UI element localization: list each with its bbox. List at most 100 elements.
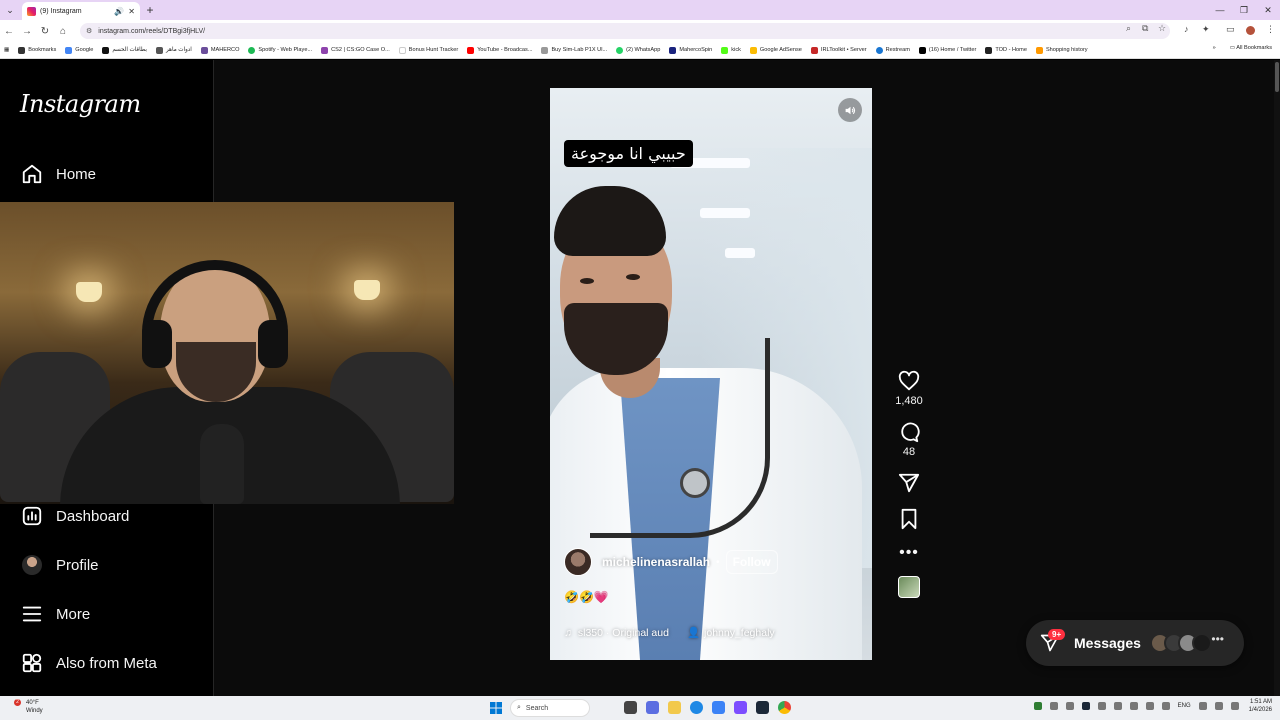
reel-caption[interactable]: 🤣🤣💗	[564, 590, 609, 604]
more-options-action[interactable]: •••	[890, 544, 928, 562]
edge-icon[interactable]	[690, 701, 703, 714]
browser-tab[interactable]: (9) Instagram 🔊 ✕	[22, 2, 140, 20]
reload-icon[interactable]: ↻	[36, 26, 54, 37]
site-info-icon[interactable]: ⚙	[86, 27, 92, 35]
reel-video[interactable]: حبيبي انا موجوعة michelinenasrallah • Fo…	[550, 88, 872, 660]
volume-icon[interactable]	[1214, 702, 1223, 710]
more-horizontal-icon[interactable]: •••	[899, 544, 919, 562]
bookmark-item[interactable]: Restream	[875, 46, 910, 54]
restore-icon[interactable]: ❐	[1232, 0, 1256, 20]
windows-start-icon[interactable]	[490, 702, 502, 714]
back-icon[interactable]: ←	[0, 26, 18, 37]
weather-widget[interactable]: 40°F Windy	[26, 699, 43, 715]
bookmark-item[interactable]: YouTube - Broadcas...	[467, 46, 532, 54]
bookmark-item[interactable]: kick	[721, 46, 741, 54]
audio-thumbnail[interactable]	[898, 576, 920, 598]
apps-icon[interactable]: ▦	[4, 47, 9, 53]
bookmark-item[interactable]: MahercoSpin	[669, 46, 712, 54]
tray-app-icon[interactable]	[1097, 702, 1106, 710]
like-count[interactable]: 1,480	[895, 395, 923, 407]
bookmark-item[interactable]: MAHERCO	[200, 46, 239, 54]
address-bar[interactable]: ⚙ instagram.com/reels/DTBgi3fjHLV/	[80, 23, 1170, 39]
tray-steam-icon[interactable]	[1081, 702, 1090, 710]
bookmark-item[interactable]: Buy Sim-Lab P1X Ul...	[541, 46, 607, 54]
discord-icon[interactable]	[734, 701, 747, 714]
taskbar-search[interactable]: ⌕ Search	[510, 699, 590, 717]
share-action[interactable]	[890, 472, 928, 494]
tab-close-icon[interactable]: ✕	[128, 7, 135, 16]
scrollbar[interactable]	[1274, 60, 1280, 696]
task-view-icon[interactable]	[624, 701, 637, 714]
scrollbar-thumb[interactable]	[1275, 62, 1279, 92]
install-app-icon[interactable]: ⧉	[1142, 23, 1148, 34]
author-username[interactable]: michelinenasrallah	[602, 555, 710, 569]
browser-menu-icon[interactable]: ⋮	[1266, 24, 1275, 35]
sidebar-item-also-from-meta[interactable]: Also from Meta	[20, 651, 157, 675]
bookmark-item[interactable]: CS2 | CS:GO Case O...	[321, 46, 390, 54]
save-action[interactable]	[890, 508, 928, 530]
sidebar-item-dashboard[interactable]: Dashboard	[20, 504, 129, 528]
battery-icon[interactable]	[1230, 702, 1239, 710]
comment-action[interactable]: 48	[890, 421, 928, 458]
all-bookmarks[interactable]: » ▭ All Bookmarks	[1213, 45, 1272, 51]
bookmark-icon[interactable]	[898, 508, 920, 530]
file-explorer-icon[interactable]	[668, 701, 681, 714]
tagged-user[interactable]: johnny_feghaly	[704, 627, 775, 639]
bookmark-item[interactable]: TOD - Home	[985, 46, 1027, 54]
bookmark-favicon-icon	[155, 46, 163, 54]
language-indicator[interactable]: ENG	[1178, 703, 1191, 709]
bookmark-item[interactable]: Bonus Hunt Tracker	[398, 46, 458, 54]
bookmark-item[interactable]: Shopping history	[1035, 46, 1088, 54]
bookmark-item[interactable]: IRLToolkit • Server	[810, 46, 867, 54]
tab-audio-icon[interactable]: 🔊	[114, 7, 124, 16]
tray-app-icon[interactable]	[1161, 702, 1170, 710]
tray-app-icon[interactable]	[1113, 702, 1122, 710]
bookmark-item[interactable]: Spotify - Web Playe...	[248, 46, 312, 54]
tray-app-icon[interactable]	[1049, 702, 1058, 710]
music-note-icon: ♫	[564, 626, 572, 639]
instagram-logo[interactable]: Instagram	[20, 90, 141, 118]
sidebar-icon[interactable]: ▭	[1226, 24, 1235, 35]
bookmark-item[interactable]: Google	[65, 46, 93, 54]
author-avatar[interactable]	[564, 548, 592, 576]
bookmark-item[interactable]: Google AdSense	[749, 46, 802, 54]
new-tab-button[interactable]: +	[140, 3, 160, 17]
sidebar-item-more[interactable]: More	[20, 602, 90, 626]
tray-app-icon[interactable]	[1065, 702, 1074, 710]
share-icon[interactable]	[898, 472, 920, 494]
follow-button[interactable]: Follow	[725, 550, 778, 574]
comment-icon[interactable]	[898, 421, 920, 443]
extensions-icon[interactable]: ✦	[1202, 24, 1210, 35]
tray-app-icon[interactable]	[1129, 702, 1138, 710]
bookmark-star-icon[interactable]: ☆	[1158, 23, 1166, 34]
sidebar-item-home[interactable]: Home	[20, 162, 96, 186]
steam-icon[interactable]	[756, 701, 769, 714]
sidebar-item-profile[interactable]: Profile	[20, 553, 99, 577]
bookmark-item[interactable]: ادوات ماهر	[155, 46, 192, 54]
store-icon[interactable]	[712, 701, 725, 714]
tray-app-icon[interactable]	[1033, 702, 1042, 710]
minimize-icon[interactable]: —	[1208, 0, 1232, 20]
chrome-icon[interactable]	[778, 701, 791, 714]
forward-icon[interactable]: →	[18, 26, 36, 37]
profile-avatar-icon[interactable]	[1246, 26, 1255, 35]
system-clock[interactable]: 1:51 AM 1/4/2026	[1249, 698, 1272, 714]
zoom-icon[interactable]: ⌕	[1126, 23, 1131, 34]
bookmark-item[interactable]: Bookmarks	[18, 46, 56, 54]
tab-search-icon[interactable]: ⌄	[0, 0, 20, 20]
heart-icon[interactable]	[898, 370, 920, 392]
messages-button[interactable]: 9+ Messages •••	[1026, 620, 1244, 666]
volume-button[interactable]	[838, 98, 862, 122]
app-icon[interactable]	[646, 701, 659, 714]
tray-app-icon[interactable]	[1145, 702, 1154, 710]
wifi-icon[interactable]	[1198, 702, 1207, 710]
bookmark-item[interactable]: (16) Home / Twitter	[918, 46, 976, 54]
media-icon[interactable]: ♪	[1184, 24, 1189, 34]
bookmark-item[interactable]: بطاقات الحسم	[102, 46, 147, 54]
close-window-icon[interactable]: ✕	[1256, 0, 1280, 20]
like-action[interactable]: 1,480	[890, 370, 928, 407]
audio-track[interactable]: sl350 · Original aud	[578, 627, 669, 639]
home-icon[interactable]: ⌂	[54, 26, 72, 37]
bookmark-item[interactable]: (2) WhatsApp	[616, 46, 660, 54]
comment-count[interactable]: 48	[903, 446, 915, 458]
